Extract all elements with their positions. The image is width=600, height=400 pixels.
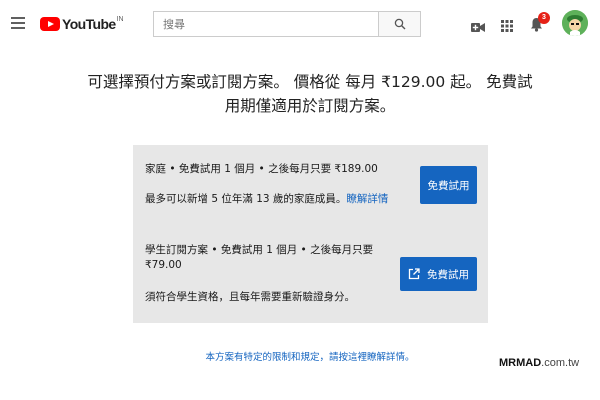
student-plan-title-line-1: 學生訂閱方案 • 免費試用 1 個月 • 之後每月只要 [145, 244, 374, 256]
search-button[interactable] [379, 11, 421, 37]
pricing-intro: 可選擇預付方案或訂閱方案。 價格從 每月 ₹129.00 起。 免費試 用期僅適… [80, 70, 540, 118]
watermark: MRMAD.com.tw [499, 357, 579, 369]
logo-text: YouTube [62, 16, 116, 32]
video-camera-icon [471, 23, 485, 32]
family-free-trial-label: 免費試用 [427, 179, 470, 192]
youtube-logo[interactable]: YouTube IN [40, 15, 124, 33]
family-free-trial-button[interactable]: 免費試用 [420, 166, 477, 204]
student-free-trial-label: 免費試用 [427, 268, 469, 281]
student-plan-desc: 須符合學生資格，且每年需要重新驗證身分。 [145, 291, 355, 303]
family-plan-desc: 最多可以新增 5 位年滿 13 歲的家庭成員。 [145, 193, 347, 205]
top-header: YouTube IN 3 [0, 0, 600, 48]
search-box [153, 11, 379, 37]
student-plan-title: 學生訂閱方案 • 免費試用 1 個月 • 之後每月只要 ₹79.00 [145, 243, 415, 273]
family-plan-title: 家庭 • 免費試用 1 個月 • 之後每月只要 ₹189.00 [145, 163, 378, 175]
apps-button[interactable] [501, 17, 513, 36]
family-plan-desc-row: 最多可以新增 5 位年滿 13 歲的家庭成員。瞭解詳情 [145, 192, 415, 207]
intro-line-1: 可選擇預付方案或訂閱方案。 價格從 每月 ₹129.00 起。 免費試 [87, 73, 533, 91]
intro-line-2: 用期僅適用於訂閱方案。 [224, 97, 396, 115]
hamburger-menu-icon[interactable] [11, 17, 25, 29]
youtube-play-icon [40, 17, 60, 31]
watermark-domain: .com.tw [541, 357, 580, 369]
external-link-icon [408, 268, 420, 280]
notification-count-badge: 3 [538, 12, 550, 24]
avatar-image-icon [562, 10, 588, 36]
logo-region: IN [116, 16, 124, 23]
plans-panel: 家庭 • 免費試用 1 個月 • 之後每月只要 ₹189.00 最多可以新增 5… [133, 145, 488, 323]
student-plan-price: ₹79.00 [145, 259, 182, 271]
apps-grid-icon [501, 20, 513, 32]
search-input[interactable] [154, 12, 363, 36]
watermark-brand: MRMAD [499, 357, 542, 369]
search-icon [394, 18, 406, 30]
avatar[interactable] [562, 10, 588, 36]
student-free-trial-button[interactable]: 免費試用 [400, 257, 477, 291]
family-learn-more-link[interactable]: 瞭解詳情 [346, 193, 388, 205]
create-video-button[interactable] [471, 18, 485, 37]
